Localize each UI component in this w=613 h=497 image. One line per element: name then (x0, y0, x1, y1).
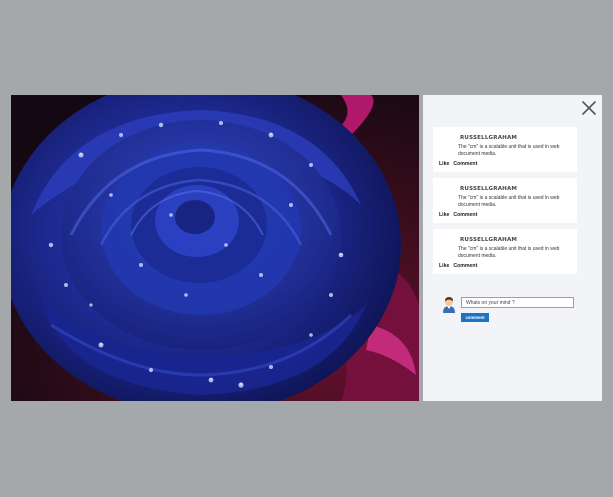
comment-actions: Like Comment (439, 263, 477, 269)
comments-panel: RUSSELLGRAHAM The "cm" is a scalable uni… (423, 95, 602, 401)
comment-submit-button[interactable]: comment (461, 313, 489, 322)
comment-card: RUSSELLGRAHAM The "cm" is a scalable uni… (433, 178, 577, 223)
comment-author: RUSSELLGRAHAM (460, 186, 518, 192)
like-link[interactable]: Like (439, 161, 449, 167)
comment-text: The "cm" is a scalable unit that is used… (458, 246, 560, 259)
comment-link[interactable]: Comment (453, 212, 477, 218)
blue-rose-photo (11, 95, 419, 401)
photo-viewer (11, 95, 419, 401)
comment-text: The "cm" is a scalable unit that is used… (458, 144, 560, 157)
close-button[interactable] (581, 100, 597, 116)
user-avatar-icon (443, 297, 455, 313)
close-icon (582, 101, 596, 115)
comment-composer: comment (441, 295, 581, 335)
comment-actions: Like Comment (439, 212, 477, 218)
comment-link[interactable]: Comment (453, 263, 477, 269)
comment-card: RUSSELLGRAHAM The "cm" is a scalable uni… (433, 127, 577, 172)
comment-actions: Like Comment (439, 161, 477, 167)
comment-card: RUSSELLGRAHAM The "cm" is a scalable uni… (433, 229, 577, 274)
like-link[interactable]: Like (439, 263, 449, 269)
comment-input[interactable] (461, 297, 574, 308)
comment-author: RUSSELLGRAHAM (460, 135, 518, 141)
comment-author: RUSSELLGRAHAM (460, 237, 518, 243)
like-link[interactable]: Like (439, 212, 449, 218)
comment-text: The "cm" is a scalable unit that is used… (458, 195, 560, 208)
comment-link[interactable]: Comment (453, 161, 477, 167)
comment-list: RUSSELLGRAHAM The "cm" is a scalable uni… (433, 127, 577, 280)
